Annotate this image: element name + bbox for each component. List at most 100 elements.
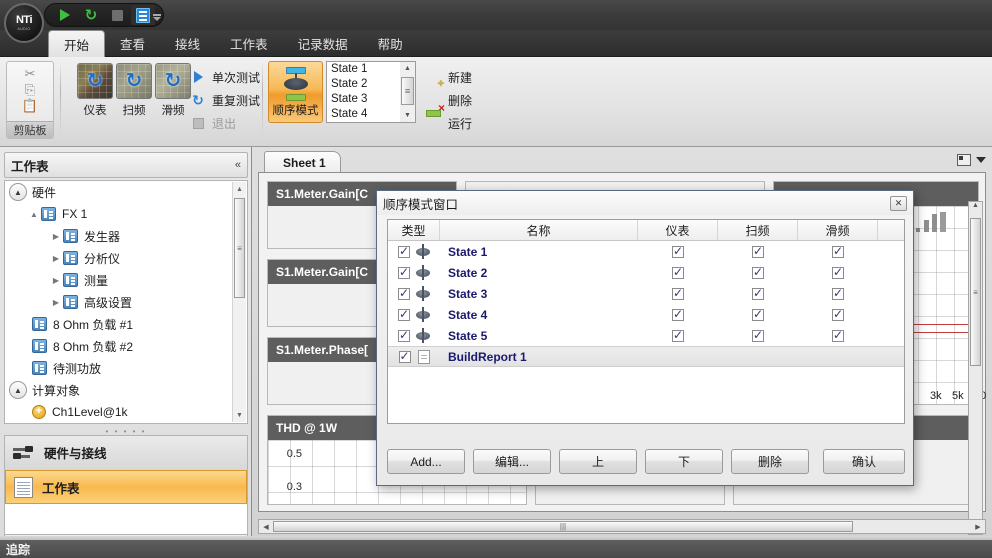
- tree-group-calc[interactable]: ▲ 计算对象: [5, 379, 247, 401]
- delete-command[interactable]: 删除: [424, 90, 472, 110]
- scroll-down-icon[interactable]: ▼: [233, 408, 246, 422]
- tree-leaf-ch2level[interactable]: Ch2Level@1k: [5, 423, 247, 424]
- expand-arrow-icon[interactable]: ▶: [49, 276, 63, 285]
- row-enable-checkbox[interactable]: [398, 244, 410, 258]
- app-logo[interactable]: NTi AUDIO: [4, 3, 44, 43]
- meter-checkbox[interactable]: [672, 244, 684, 258]
- sequence-mode-button[interactable]: 顺序模式: [268, 61, 323, 123]
- glide-checkbox[interactable]: [832, 328, 844, 342]
- scrollbar-thumb[interactable]: |||: [273, 521, 853, 532]
- sidebar-item-wiring[interactable]: 硬件与接线: [5, 436, 247, 470]
- row-enable-checkbox[interactable]: [398, 328, 410, 342]
- expand-arrow-icon[interactable]: ▶: [49, 254, 63, 263]
- dialog-title-bar[interactable]: 顺序模式窗口 ✕: [377, 191, 913, 215]
- layout-icon[interactable]: [957, 154, 971, 166]
- tab-start[interactable]: 开始: [48, 30, 106, 57]
- meter-button[interactable]: ↻ 仪表: [74, 63, 116, 121]
- tree-node-generator[interactable]: ▶ 发生器: [5, 225, 247, 247]
- tab-record-data[interactable]: 记录数据: [283, 30, 363, 57]
- sweep-checkbox[interactable]: [752, 328, 764, 342]
- exit-command[interactable]: 退出: [190, 113, 236, 133]
- move-up-button[interactable]: 上: [559, 449, 637, 474]
- state-list-scrollbar[interactable]: ▲ ▼: [400, 61, 416, 123]
- meter-checkbox[interactable]: [672, 265, 684, 279]
- document-vertical-scrollbar[interactable]: ▲ ≡ ▼: [968, 201, 983, 535]
- scroll-up-icon[interactable]: ▲: [233, 182, 246, 196]
- add-button[interactable]: Add...: [387, 449, 465, 474]
- table-row[interactable]: State 2: [388, 262, 904, 283]
- expand-arrow-icon[interactable]: ▶: [49, 298, 63, 307]
- edit-button[interactable]: 编辑...: [473, 449, 551, 474]
- expand-arrow-icon[interactable]: ▲: [27, 210, 41, 219]
- hardware-tree[interactable]: ▲ 硬件 ▲ FX 1 ▶ 发生器 ▶ 分析仪 ▶ 测量 ▶ 高级设置 8 Oh…: [4, 180, 248, 424]
- glide-button[interactable]: ↻ 滑频: [152, 63, 194, 121]
- table-row[interactable]: State 1: [388, 241, 904, 262]
- column-header-name[interactable]: 名称: [440, 220, 638, 240]
- chevron-down-icon[interactable]: [976, 157, 986, 163]
- tree-group-hardware[interactable]: ▲ 硬件: [5, 181, 247, 203]
- table-row[interactable]: State 5: [388, 325, 904, 346]
- scrollbar-thumb[interactable]: [401, 77, 414, 105]
- repeat-test-command[interactable]: ↻ 重复测试: [190, 90, 260, 110]
- table-row[interactable]: State 4: [388, 304, 904, 325]
- sweep-checkbox[interactable]: [752, 286, 764, 300]
- glide-checkbox[interactable]: [832, 307, 844, 321]
- collapse-circle-icon[interactable]: ▲: [9, 183, 27, 201]
- scroll-right-icon[interactable]: ▶: [971, 523, 985, 531]
- column-header-glide[interactable]: 滑频: [798, 220, 878, 240]
- new-command[interactable]: 新建: [424, 67, 472, 87]
- play-button[interactable]: [53, 5, 77, 25]
- tree-scrollbar[interactable]: ▲ ≡ ▼: [232, 182, 246, 422]
- stop-button[interactable]: [105, 5, 129, 25]
- column-header-sweep[interactable]: 扫频: [718, 220, 798, 240]
- tree-node-analyzer[interactable]: ▶ 分析仪: [5, 247, 247, 269]
- meter-checkbox[interactable]: [672, 328, 684, 342]
- panel-splitter[interactable]: • • • • •: [4, 427, 248, 436]
- run-command[interactable]: 运行: [424, 113, 472, 133]
- tab-wiring[interactable]: 接线: [160, 30, 215, 57]
- collapse-icon[interactable]: «: [235, 159, 241, 171]
- sequence-table[interactable]: 类型 名称 仪表 扫频 滑频 State 1: [387, 219, 905, 424]
- tab-view[interactable]: 查看: [105, 30, 160, 57]
- tree-leaf-load1[interactable]: 8 Ohm 负载 #1: [5, 313, 247, 335]
- table-row[interactable]: BuildReport 1: [388, 346, 904, 367]
- sweep-checkbox[interactable]: [752, 244, 764, 258]
- close-icon[interactable]: ✕: [890, 195, 907, 211]
- delete-button[interactable]: 删除: [731, 449, 809, 474]
- scissors-icon[interactable]: ✂: [25, 67, 36, 80]
- row-enable-checkbox[interactable]: [398, 265, 410, 279]
- copy-icon[interactable]: ⎘: [25, 83, 35, 96]
- single-test-command[interactable]: 单次测试: [190, 67, 260, 87]
- sweep-button[interactable]: ↻ 扫频: [113, 63, 155, 121]
- tree-leaf-load2[interactable]: 8 Ohm 负载 #2: [5, 335, 247, 357]
- quick-access-dropdown[interactable]: [150, 8, 164, 22]
- sweep-checkbox[interactable]: [752, 265, 764, 279]
- scroll-up-icon[interactable]: ▲: [969, 202, 982, 216]
- confirm-button[interactable]: 确认: [823, 449, 905, 474]
- row-enable-checkbox[interactable]: [398, 349, 411, 363]
- tree-node-fx1[interactable]: ▲ FX 1: [5, 203, 247, 225]
- collapse-circle-icon[interactable]: ▲: [9, 381, 27, 399]
- scrollbar-thumb[interactable]: ≡: [234, 198, 245, 298]
- column-header-type[interactable]: 类型: [388, 220, 440, 240]
- tree-node-advanced[interactable]: ▶ 高级设置: [5, 291, 247, 313]
- glide-checkbox[interactable]: [832, 265, 844, 279]
- scroll-up-icon[interactable]: ▲: [400, 62, 415, 75]
- tree-leaf-dut[interactable]: 待测功放: [5, 357, 247, 379]
- tree-leaf-ch1level[interactable]: Ch1Level@1k: [5, 401, 247, 423]
- loop-button[interactable]: ↻: [79, 5, 103, 25]
- table-row[interactable]: State 3: [388, 283, 904, 304]
- move-down-button[interactable]: 下: [645, 449, 723, 474]
- document-horizontal-scrollbar[interactable]: ◀ ||| ▶: [258, 519, 986, 534]
- tab-help[interactable]: 帮助: [363, 30, 418, 57]
- row-enable-checkbox[interactable]: [398, 286, 410, 300]
- expand-arrow-icon[interactable]: ▶: [49, 232, 63, 241]
- sequence-mode-dialog[interactable]: 顺序模式窗口 ✕ 类型 名称 仪表 扫频 滑频 State 1: [376, 190, 914, 486]
- scroll-down-icon[interactable]: ▼: [400, 109, 415, 122]
- paste-icon[interactable]: 📋: [22, 99, 38, 112]
- meter-checkbox[interactable]: [672, 286, 684, 300]
- meter-checkbox[interactable]: [672, 307, 684, 321]
- tab-worksheet[interactable]: 工作表: [215, 30, 283, 57]
- scroll-left-icon[interactable]: ◀: [259, 523, 273, 531]
- row-enable-checkbox[interactable]: [398, 307, 410, 321]
